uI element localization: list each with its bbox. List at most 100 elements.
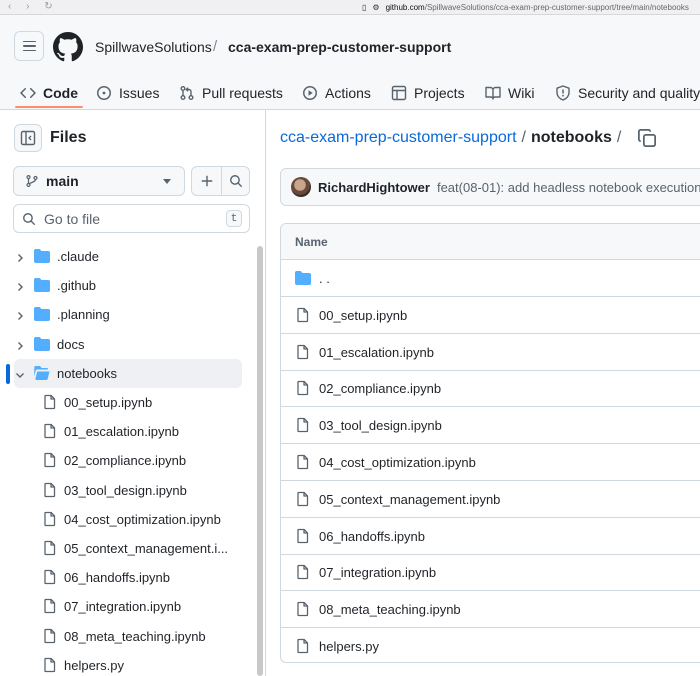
tree-item-helpers-py[interactable]: helpers.py — [0, 651, 256, 676]
file-name-link[interactable]: helpers.py — [319, 639, 379, 654]
sidebar-scrollbar[interactable] — [257, 242, 263, 676]
table-icon — [391, 85, 407, 101]
avatar[interactable] — [291, 177, 311, 197]
table-row[interactable]: 06_handoffs.ipynb — [281, 518, 700, 555]
tab-pull-requests-label: Pull requests — [202, 85, 283, 101]
tree-item-06-handoffs-ipynb[interactable]: 06_handoffs.ipynb — [0, 563, 256, 592]
site-settings-icon[interactable]: ⚙ — [372, 3, 379, 12]
table-row[interactable]: 00_setup.ipynb — [281, 297, 700, 334]
tree-item-label: 07_integration.ipynb — [64, 599, 182, 615]
branch-selector[interactable]: main — [13, 166, 185, 196]
tab-issues[interactable]: Issues — [96, 77, 159, 109]
file-icon — [295, 564, 311, 580]
hamburger-menu-button[interactable] — [14, 31, 44, 61]
file-icon — [42, 569, 58, 585]
code-icon — [20, 87, 36, 99]
browser-nav-arrows-icon[interactable]: ‹ › ↻ — [8, 1, 59, 12]
table-row[interactable]: helpers.py — [281, 628, 700, 662]
chevron-right-icon[interactable] — [15, 309, 25, 321]
table-row[interactable]: 03_tool_design.ipynb — [281, 407, 700, 445]
sidebar-collapse-icon — [20, 130, 36, 146]
latest-commit-bar: RichardHightower feat(08-01): add headle… — [280, 168, 700, 206]
tree-item-08-meta-teaching-ipynb[interactable]: 08_meta_teaching.ipynb — [0, 622, 256, 651]
book-icon — [485, 86, 501, 100]
tab-code[interactable]: Code — [20, 77, 78, 109]
tree-item-planning[interactable]: .planning — [0, 300, 256, 329]
go-to-file-placeholder: Go to file — [44, 210, 101, 227]
tree-item-01-escalation-ipynb[interactable]: 01_escalation.ipynb — [0, 417, 256, 446]
tab-code-label: Code — [43, 85, 78, 101]
tab-wiki[interactable]: Wiki — [485, 77, 534, 109]
go-to-file-input[interactable]: Go to file t — [13, 204, 250, 233]
file-name-link[interactable]: . . — [319, 271, 330, 286]
tab-pull-requests[interactable]: Pull requests — [179, 77, 283, 109]
commit-message[interactable]: feat(08-01): add headless notebook execu… — [437, 180, 700, 195]
file-name-link[interactable]: 03_tool_design.ipynb — [319, 418, 442, 433]
file-name-link[interactable]: 00_setup.ipynb — [319, 308, 407, 323]
branch-name: main — [46, 173, 79, 189]
tab-projects-label: Projects — [414, 85, 465, 101]
owner-link[interactable]: SpillwaveSolutions — [95, 39, 212, 55]
tree-item-label: .github — [57, 278, 97, 294]
chevron-right-icon[interactable] — [15, 251, 25, 262]
file-name-link[interactable]: 08_meta_teaching.ipynb — [319, 602, 461, 617]
collapse-sidebar-button[interactable] — [14, 124, 42, 152]
active-tab-underline — [15, 106, 83, 108]
tree-item-docs[interactable]: docs — [0, 330, 256, 359]
play-icon — [303, 86, 317, 100]
tab-security[interactable]: Security and quality — [555, 77, 700, 109]
tree-item-00-setup-ipynb[interactable]: 00_setup.ipynb — [0, 388, 256, 417]
tree-item-04-cost-optimization-ipynb[interactable]: 04_cost_optimization.ipynb — [0, 505, 256, 534]
table-row[interactable]: 02_compliance.ipynb — [281, 370, 700, 408]
file-icon — [42, 598, 58, 614]
tab-issues-label: Issues — [119, 85, 160, 101]
table-row[interactable]: 04_cost_optimization.ipynb — [281, 444, 700, 481]
table-row[interactable]: 07_integration.ipynb — [281, 554, 700, 592]
tree-item-label: docs — [57, 336, 85, 352]
tree-item-github[interactable]: .github — [0, 271, 256, 300]
git-branch-icon — [26, 174, 38, 188]
tree-item-label: 06_handoffs.ipynb — [64, 570, 171, 586]
tree-item-label: 00_setup.ipynb — [64, 395, 153, 410]
tree-item-label: 01_escalation.ipynb — [64, 424, 179, 440]
repo-link[interactable]: cca-exam-prep-customer-support — [228, 39, 451, 55]
tab-projects[interactable]: Projects — [391, 77, 465, 109]
file-name-link[interactable]: 01_escalation.ipynb — [319, 345, 434, 360]
table-row[interactable]: 01_escalation.ipynb — [281, 334, 700, 371]
tree-item-05-context-management-i[interactable]: 05_context_management.i... — [0, 534, 256, 563]
address-bar[interactable]: ▯ ⚙ github.com/SpillwaveSolutions/cca-ex… — [362, 1, 700, 14]
table-row[interactable]: . . — [281, 260, 700, 297]
shield-icon — [556, 85, 570, 101]
file-name-link[interactable]: 06_handoffs.ipynb — [319, 529, 425, 544]
folder-icon — [34, 277, 50, 293]
file-icon — [42, 511, 58, 527]
search-files-button[interactable] — [221, 166, 250, 196]
table-row[interactable]: 05_context_management.ipynb — [281, 481, 700, 518]
chevron-down-icon[interactable] — [15, 368, 25, 378]
file-name-link[interactable]: 07_integration.ipynb — [319, 565, 436, 580]
tab-actions[interactable]: Actions — [302, 77, 371, 109]
github-logo-icon[interactable] — [53, 32, 83, 62]
file-icon — [295, 528, 311, 544]
copy-path-icon[interactable] — [637, 128, 657, 148]
tree-item-07-integration-ipynb[interactable]: 07_integration.ipynb — [0, 592, 256, 621]
file-icon — [295, 601, 311, 617]
file-name-link[interactable]: 02_compliance.ipynb — [319, 381, 441, 396]
search-icon — [23, 212, 36, 225]
file-name-link[interactable]: 05_context_management.ipynb — [319, 492, 500, 507]
tree-item-03-tool-design-ipynb[interactable]: 03_tool_design.ipynb — [0, 476, 256, 505]
commit-author[interactable]: RichardHightower — [318, 180, 430, 195]
tab-wiki-label: Wiki — [508, 85, 535, 101]
file-name-link[interactable]: 04_cost_optimization.ipynb — [319, 455, 476, 470]
main-content: cca-exam-prep-customer-support / notebooks… — [267, 110, 700, 676]
tree-item-notebooks[interactable]: notebooks — [0, 358, 256, 388]
tree-item-02-compliance-ipynb[interactable]: 02_compliance.ipynb — [0, 446, 256, 475]
bookmark-icon[interactable]: ▯ — [362, 3, 366, 12]
chevron-right-icon[interactable] — [15, 280, 25, 292]
breadcrumb-repo-link[interactable]: cca-exam-prep-customer-support — [280, 129, 517, 146]
table-row[interactable]: 08_meta_teaching.ipynb — [281, 591, 700, 629]
chevron-right-icon[interactable] — [15, 339, 25, 350]
tree-item-claude[interactable]: .claude — [0, 242, 256, 271]
add-file-button[interactable] — [191, 166, 221, 196]
scrollbar-thumb[interactable] — [257, 246, 263, 676]
